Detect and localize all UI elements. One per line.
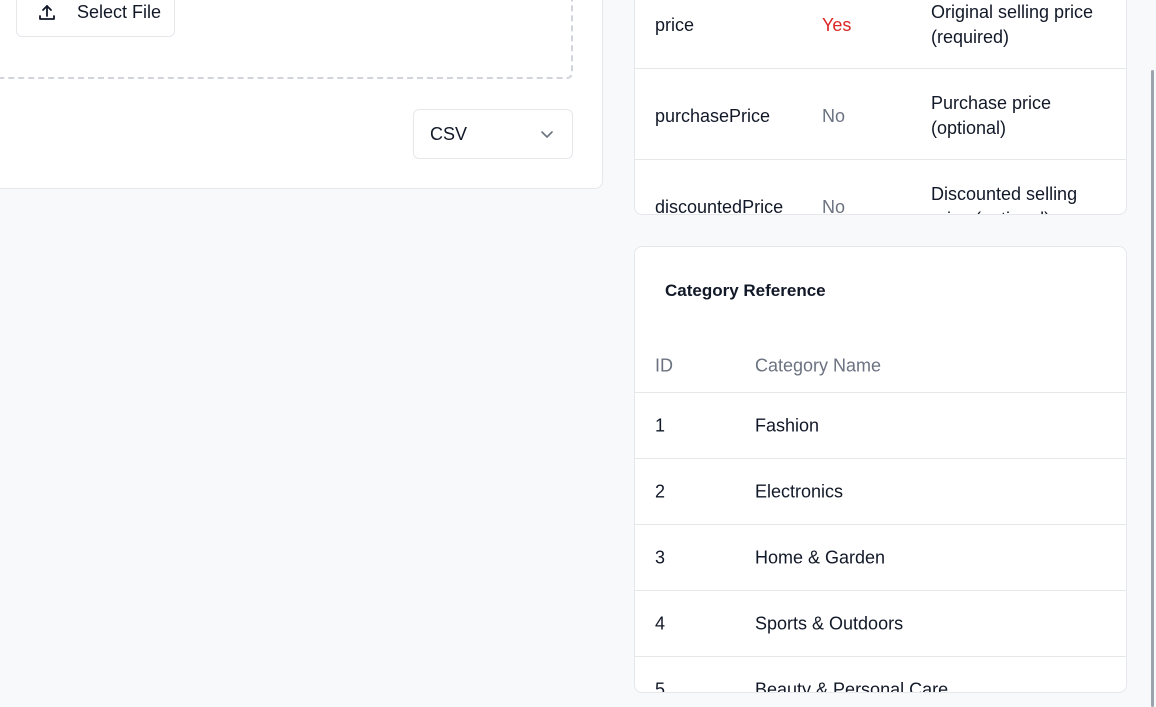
fields-table-card: price Yes Original selling price (requir…	[634, 0, 1127, 215]
category-reference-title: Category Reference	[665, 281, 826, 300]
category-name: Fashion	[755, 415, 820, 435]
format-select-value: CSV	[430, 123, 468, 144]
category-name: Sports & Outdoors	[755, 613, 904, 633]
category-id: 2	[655, 481, 666, 501]
select-file-button[interactable]: Select File	[16, 0, 175, 37]
table-row: price Yes Original selling price (requir…	[635, 0, 1126, 69]
field-required: No	[822, 197, 846, 215]
category-id: 1	[655, 415, 666, 435]
category-id: 3	[655, 547, 666, 567]
field-description: Original selling price (required)	[931, 2, 1094, 47]
field-required: No	[822, 106, 846, 126]
page-scrollbar[interactable]	[1151, 70, 1154, 707]
field-description: Discounted selling price (optional)	[931, 184, 1078, 214]
table-row: 2 Electronics	[635, 459, 1126, 525]
format-select[interactable]: CSV	[413, 109, 573, 159]
table-row: discountedPrice No Discounted selling pr…	[635, 160, 1126, 215]
table-row: 3 Home & Garden	[635, 525, 1126, 591]
column-header-id: ID	[655, 355, 673, 375]
category-id: 4	[655, 613, 666, 633]
category-name: Beauty & Personal Care	[755, 679, 949, 693]
table-row: purchasePrice No Purchase price (optiona…	[635, 69, 1126, 160]
table-row: 5 Beauty & Personal Care	[635, 657, 1126, 693]
field-name: price	[655, 15, 695, 35]
page: Select File CSV price Yes Original selli…	[0, 0, 1156, 707]
field-name: purchasePrice	[655, 106, 771, 126]
category-name: Electronics	[755, 481, 844, 501]
field-description: Purchase price (optional)	[931, 93, 1052, 138]
field-name: discountedPrice	[655, 197, 784, 215]
column-header-category-name: Category Name	[755, 355, 882, 375]
table-row: 4 Sports & Outdoors	[635, 591, 1126, 657]
category-id: 5	[655, 679, 666, 693]
table-header: ID Category Name	[635, 339, 1126, 393]
table-row: 1 Fashion	[635, 393, 1126, 459]
upload-icon	[37, 3, 57, 23]
category-reference-card: Category Reference ID Category Name 1 Fa…	[634, 246, 1127, 693]
field-required: Yes	[822, 15, 852, 35]
category-name: Home & Garden	[755, 547, 886, 567]
chevron-down-icon	[540, 127, 554, 141]
select-file-label: Select File	[77, 2, 162, 22]
